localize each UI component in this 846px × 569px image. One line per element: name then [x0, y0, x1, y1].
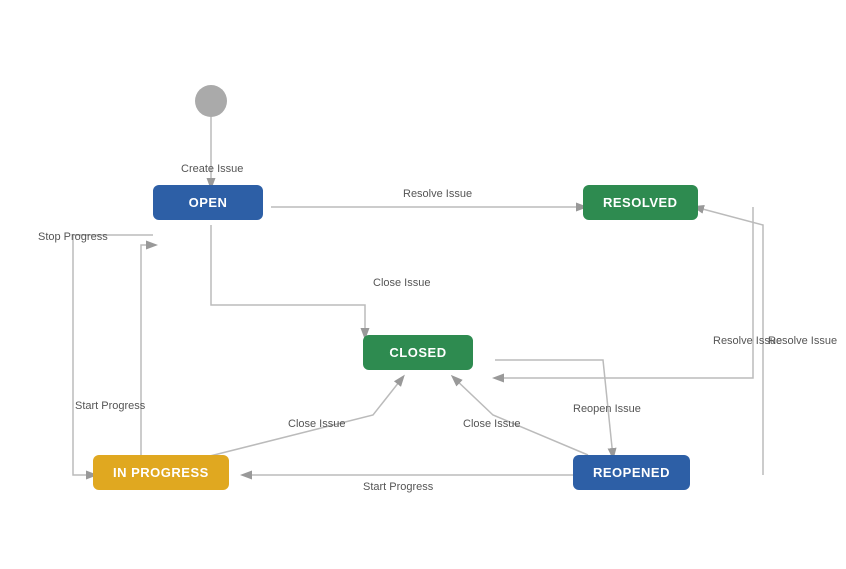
label-start-progress-1: Start Progress: [75, 400, 145, 412]
state-inprogress: IN PROGRESS: [93, 455, 229, 490]
state-reopened-label: REOPENED: [593, 465, 670, 480]
label-close-issue-1: Close Issue: [373, 277, 430, 289]
label-create-issue: Create Issue: [181, 163, 243, 175]
state-open-label: OPEN: [189, 195, 228, 210]
state-resolved: RESOLVED: [583, 185, 698, 220]
label-reopen-issue: Reopen Issue: [573, 403, 641, 415]
label-start-progress-2: Start Progress: [363, 481, 433, 493]
label-close-issue-3: Close Issue: [463, 418, 520, 430]
state-closed-label: CLOSED: [389, 345, 446, 360]
label-close-issue-2: Close Issue: [288, 418, 345, 430]
label-stop-progress: Stop Progress: [38, 231, 108, 243]
diagram-container: OPEN RESOLVED CLOSED IN PROGRESS REOPENE…: [33, 25, 813, 545]
state-open: OPEN: [153, 185, 263, 220]
label-resolve-issue-1: Resolve Issue: [403, 188, 472, 200]
start-node: [195, 85, 227, 117]
state-reopened: REOPENED: [573, 455, 690, 490]
state-resolved-label: RESOLVED: [603, 195, 678, 210]
state-closed: CLOSED: [363, 335, 473, 370]
label-resolve-issue-3: Resolve Issue: [768, 335, 837, 347]
state-inprogress-label: IN PROGRESS: [113, 465, 209, 480]
